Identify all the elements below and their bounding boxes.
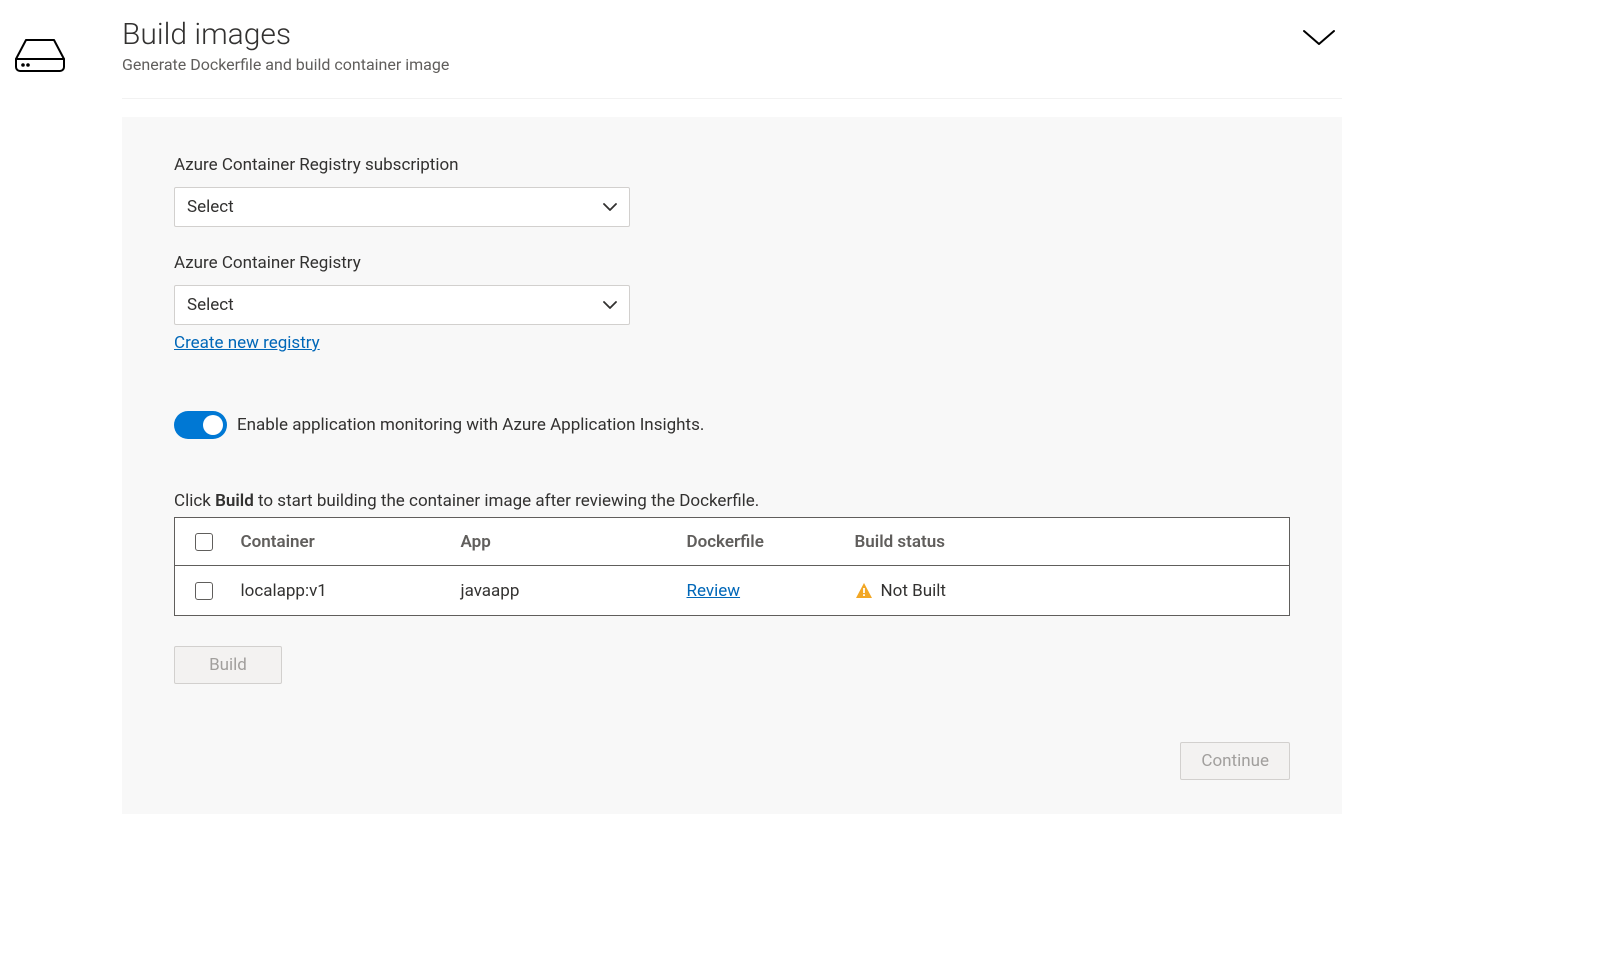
- row-checkbox[interactable]: [195, 582, 213, 600]
- warning-icon: [855, 582, 873, 600]
- collapse-chevron[interactable]: [1302, 18, 1342, 52]
- create-registry-link[interactable]: Create new registry: [174, 333, 320, 353]
- chevron-down-icon: [603, 202, 617, 212]
- registry-select[interactable]: Select: [174, 285, 630, 325]
- build-button[interactable]: Build: [174, 646, 282, 684]
- page-subtitle: Generate Dockerfile and build container …: [122, 55, 449, 74]
- subscription-select[interactable]: Select: [174, 187, 630, 227]
- page-title: Build images: [122, 18, 449, 51]
- hard-drive-icon: [12, 34, 122, 74]
- monitoring-toggle[interactable]: [174, 411, 227, 439]
- monitoring-toggle-label: Enable application monitoring with Azure…: [237, 415, 704, 435]
- th-app: App: [453, 518, 679, 566]
- table-row: localapp:v1 javaapp Review: [175, 566, 1290, 616]
- cell-app: javaapp: [453, 566, 679, 616]
- chevron-down-icon: [603, 300, 617, 310]
- page-header: Build images Generate Dockerfile and bui…: [122, 18, 1342, 99]
- registry-label: Azure Container Registry: [174, 253, 1290, 273]
- subscription-label: Azure Container Registry subscription: [174, 155, 1290, 175]
- th-dockerfile: Dockerfile: [679, 518, 847, 566]
- chevron-down-icon: [1302, 36, 1336, 52]
- status-text: Not Built: [881, 581, 946, 601]
- images-table: Container App Dockerfile Build status lo…: [174, 517, 1290, 616]
- th-container: Container: [233, 518, 453, 566]
- select-all-checkbox[interactable]: [195, 533, 213, 551]
- subscription-select-value: Select: [187, 197, 234, 217]
- table-header-row: Container App Dockerfile Build status: [175, 518, 1290, 566]
- registry-select-value: Select: [187, 295, 234, 315]
- review-dockerfile-link[interactable]: Review: [687, 581, 741, 601]
- th-status: Build status: [847, 518, 1290, 566]
- build-instruction: Click Build to start building the contai…: [174, 491, 1290, 511]
- continue-button[interactable]: Continue: [1180, 742, 1290, 780]
- cell-container: localapp:v1: [233, 566, 453, 616]
